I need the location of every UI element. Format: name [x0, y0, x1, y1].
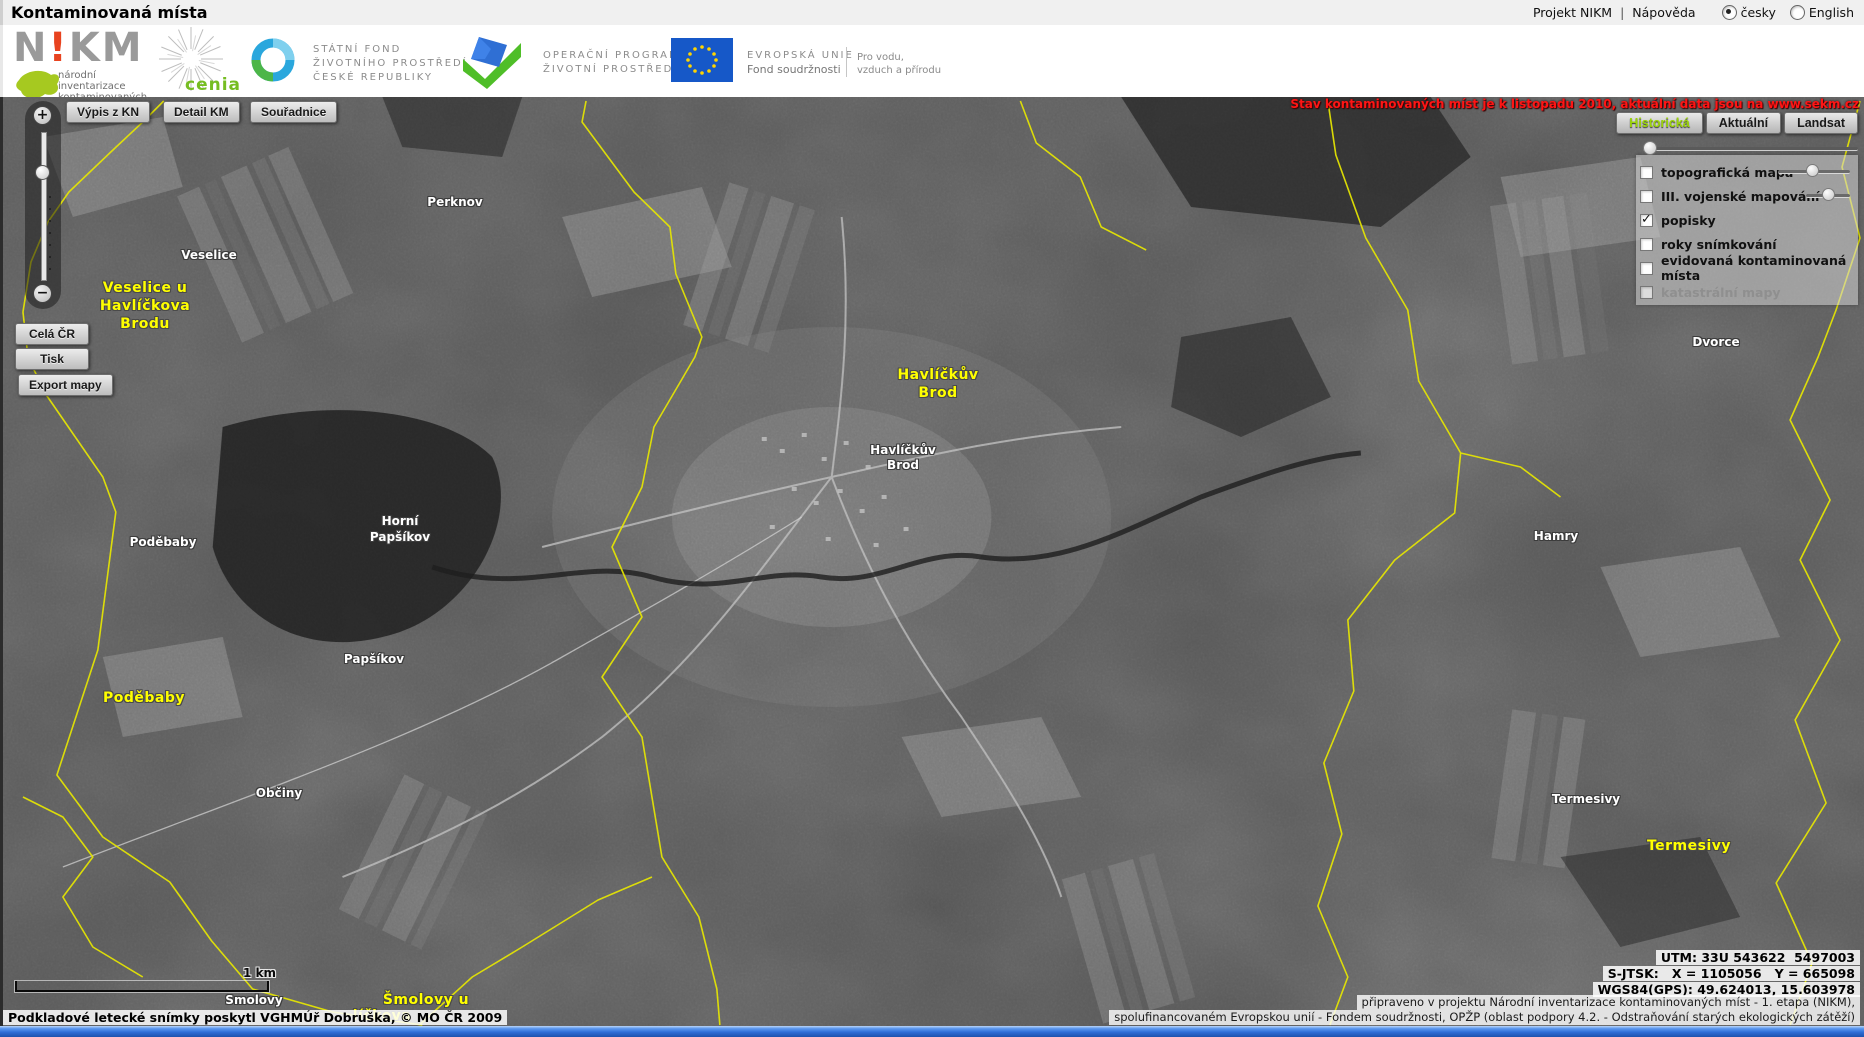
place-label: Veselice: [181, 248, 237, 262]
radio-czech-icon[interactable]: [1721, 5, 1737, 20]
area-label: Havlíčkův: [897, 367, 979, 383]
zoom-track[interactable]: [41, 132, 47, 281]
opzp-logo-icon: [463, 37, 521, 89]
area-label: Brod: [918, 385, 958, 401]
area-label: Havlíčkova: [99, 298, 191, 314]
layer-row-popisky: popisky: [1636, 208, 1858, 232]
checkbox-katastralni-mapy[interactable]: [1640, 285, 1653, 299]
utm-coordinates: UTM: 33U 543622 5497003: [1655, 950, 1860, 965]
opacity-slider-vojenske[interactable]: [1806, 188, 1850, 201]
base-opacity-slider[interactable]: [1643, 141, 1858, 155]
checkbox-evidovana-mista[interactable]: [1640, 261, 1653, 275]
language-english-label: English: [1808, 5, 1854, 20]
area-label: Brodu: [120, 316, 170, 332]
place-label: Brod: [887, 458, 919, 472]
print-button[interactable]: Tisk: [15, 348, 89, 370]
page-title: Kontaminovaná místa: [11, 3, 208, 22]
zoom-out-icon[interactable]: −: [33, 284, 52, 303]
checkbox-popisky[interactable]: [1640, 212, 1653, 227]
data-status-notice: Stav kontaminovaných míst je k listopadu…: [1290, 97, 1859, 111]
checkbox-topograficka-mapa[interactable]: [1640, 165, 1653, 179]
slider-handle[interactable]: [1643, 141, 1657, 155]
language-english-radio[interactable]: English: [1789, 5, 1854, 20]
place-label: Papšíkov: [369, 530, 431, 544]
layer-label: III. vojenské mapování: [1661, 188, 1820, 204]
tab-aktualni[interactable]: Aktuální: [1705, 112, 1782, 134]
layer-row-vojenske: III. vojenské mapování: [1636, 184, 1858, 208]
place-label: Hamry: [1533, 529, 1579, 543]
opzp-text: OPERAČNÍ PROGRAM ŽIVOTNÍ PROSTŘEDÍ: [543, 50, 680, 75]
map-canvas[interactable]: Perknov Veselice Veselice u Havlíčkova B…: [0, 97, 1864, 1026]
eu-flag-icon: [671, 38, 733, 82]
cenia-wordmark: cenia: [185, 75, 242, 95]
title-bar: Kontaminovaná místa Projekt NIKM | Nápov…: [0, 0, 1864, 25]
cenia-logo: cenia: [153, 25, 242, 97]
nikm-subtitle-1: národní inventarizace: [58, 70, 126, 92]
layer-label: evidovaná kontaminovaná místa: [1661, 253, 1847, 283]
place-label: Dvorce: [1692, 335, 1740, 349]
souradnice-button[interactable]: Souřadnice: [250, 101, 338, 123]
czech-map-icon: [16, 70, 59, 99]
app-window: Kontaminovaná místa Projekt NIKM | Nápov…: [0, 0, 1864, 1037]
export-map-button[interactable]: Export mapy: [18, 374, 113, 396]
base-layer-tabs: Historická Aktuální Landsat: [1616, 112, 1858, 134]
zoom-handle[interactable]: [35, 165, 50, 180]
layer-row-topograficka: topografická mapa: [1636, 160, 1858, 184]
layer-row-evidovana: evidovaná kontaminovaná místa: [1636, 253, 1858, 283]
vypis-z-kn-button[interactable]: Výpis z KN: [66, 101, 151, 123]
area-label: Termesivy: [1646, 838, 1732, 854]
place-label: Papšíkov: [343, 652, 405, 666]
link-separator: |: [1620, 5, 1625, 20]
place-label: Horní: [381, 514, 419, 528]
eu-text: EVROPSKÁ UNIE Fond soudržnosti: [747, 50, 854, 76]
detail-km-button[interactable]: Detail KM: [163, 101, 240, 123]
aerial-photo-background: [3, 97, 1864, 1026]
layer-label: popisky: [1661, 212, 1716, 228]
place-label: Havlíčkův: [870, 443, 936, 457]
scale-label: 1 km: [243, 966, 277, 980]
place-label: Poděbaby: [129, 535, 197, 549]
project-nikm-link[interactable]: Projekt NIKM: [1533, 5, 1612, 20]
slider-groove[interactable]: [1643, 147, 1858, 151]
area-label: Poděbaby: [102, 690, 186, 706]
logo-bar: N!KM národní inventarizace kontaminovaný…: [0, 25, 1864, 114]
help-link[interactable]: Nápověda: [1632, 5, 1695, 20]
layers-panel: topografická mapa III. vojenské mapování…: [1636, 155, 1858, 305]
whole-cr-button[interactable]: Celá ČR: [15, 323, 89, 345]
sjtsk-coordinates: S-JTSK: X = 1105056 Y = 665098: [1602, 966, 1860, 981]
layer-label: roky snímkování: [1661, 236, 1777, 252]
scale-bar: [15, 981, 269, 992]
zoom-in-icon[interactable]: +: [33, 106, 52, 125]
project-credit-line1: připraveno v projektu Národní inventariz…: [1356, 995, 1860, 1010]
area-label: Šmolovy u: [382, 992, 470, 1008]
opacity-slider-topograficka[interactable]: [1778, 164, 1850, 177]
language-czech-radio[interactable]: česky: [1721, 5, 1776, 20]
nikm-logo: N!KM národní inventarizace kontaminovaný…: [13, 28, 147, 114]
language-czech-label: česky: [1740, 5, 1776, 20]
eu-tagline: Pro vodu, vzduch a přírodu: [857, 52, 942, 76]
place-label: Perknov: [427, 195, 483, 209]
imagery-credit: Podkladové letecké snímky poskytl VGHMÚř…: [3, 1010, 508, 1025]
zoom-slider[interactable]: + −: [25, 101, 61, 309]
opacity-handle[interactable]: [1822, 188, 1835, 201]
sfzp-text: STÁTNÍ FOND ŽIVOTNÍHO PROSTŘEDÍ ČESKÉ RE…: [313, 44, 468, 83]
tab-historicka[interactable]: Historická: [1616, 112, 1703, 134]
logo-divider: [846, 47, 847, 77]
project-credit-line2: spolufinancovaném Evropskou unií - Fonde…: [1109, 1010, 1860, 1025]
place-label: Smolovy: [225, 993, 283, 1007]
sfzp-logo-icon: [251, 38, 295, 82]
radio-english-icon[interactable]: [1789, 5, 1805, 20]
opacity-handle[interactable]: [1806, 164, 1819, 177]
place-label: Občiny: [255, 786, 303, 800]
area-label: Veselice u: [102, 280, 188, 296]
tab-landsat[interactable]: Landsat: [1784, 112, 1858, 134]
layer-row-katastralni: katastrální mapy: [1636, 280, 1858, 304]
checkbox-vojenske-mapovani[interactable]: [1640, 189, 1653, 203]
layer-label: topografická mapa: [1661, 164, 1794, 180]
bottom-blue-bar: [0, 1026, 1864, 1037]
layer-label: katastrální mapy: [1661, 284, 1781, 300]
checkbox-roky-snimkovani[interactable]: [1640, 237, 1653, 251]
place-label: Termesivy: [1551, 792, 1621, 806]
